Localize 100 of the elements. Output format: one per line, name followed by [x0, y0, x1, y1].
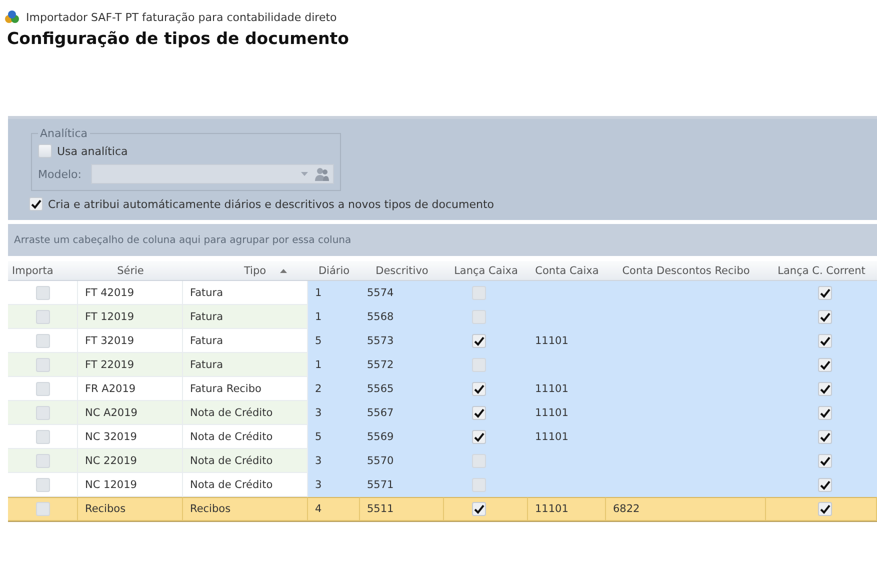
model-label: Modelo: [38, 168, 82, 180]
checkbox-label: Usa analítica [57, 144, 128, 158]
checkbox[interactable] [818, 478, 832, 492]
table-cell: FR A2019 [85, 382, 136, 394]
column-header[interactable]: Lança Caixa [454, 264, 518, 276]
table-cell: Recibos [85, 503, 126, 515]
column-header[interactable]: Importa [12, 264, 54, 276]
table-cell: 11101 [535, 430, 568, 442]
checkbox[interactable] [36, 454, 50, 468]
table-row[interactable]: NC A2019 Nota de Crédito 3 5567 11101 [8, 401, 877, 425]
table-cell: FT 42019 [85, 286, 134, 298]
table-cell: 5574 [367, 286, 394, 298]
table-cell: Nota de Crédito [190, 406, 273, 418]
table-cell: 1 [315, 358, 322, 370]
table-cell: FT 12019 [85, 310, 134, 322]
checkbox[interactable] [818, 502, 832, 516]
checkbox[interactable] [818, 358, 832, 372]
table-cell: 1 [315, 310, 322, 322]
checkbox[interactable] [472, 382, 486, 396]
table-cell: 11101 [535, 334, 568, 346]
checkbox[interactable] [36, 286, 50, 300]
table-cell: 2 [315, 382, 322, 394]
table-cell: Recibos [190, 503, 231, 515]
checkbox[interactable] [818, 406, 832, 420]
table-row[interactable]: FR A2019 Fatura Recibo 2 5565 11101 [8, 377, 877, 401]
table-cell: 5511 [367, 503, 394, 515]
checkbox[interactable] [818, 286, 832, 300]
checkbox[interactable] [36, 406, 50, 420]
column-header[interactable]: Diário [318, 264, 350, 276]
column-header[interactable]: Conta Caixa [535, 264, 599, 276]
table-cell: 3 [315, 406, 322, 418]
group-by-hint: Arraste um cabeçalho de coluna aqui para agrupar por essa coluna [14, 234, 352, 246]
table-row[interactable]: NC 32019 Nota de Crédito 5 5569 11101 [8, 425, 877, 449]
table-cell: Fatura [190, 358, 224, 370]
checkbox[interactable] [36, 430, 50, 444]
table-cell: NC A2019 [85, 406, 138, 418]
checkbox[interactable] [36, 502, 50, 516]
table-cell: 5570 [367, 454, 394, 466]
checkbox[interactable] [472, 502, 486, 516]
table-cell: Nota de Crédito [190, 478, 273, 490]
checkbox[interactable] [36, 334, 50, 348]
table-cell: 5 [315, 334, 322, 346]
checkbox[interactable] [29, 197, 43, 211]
table-row[interactable]: Recibos Recibos 4 5511 11101 6822 [8, 497, 877, 522]
table-cell: 1 [315, 286, 322, 298]
checkbox[interactable] [818, 382, 832, 396]
table-cell: 5567 [367, 406, 394, 418]
table-cell: 5565 [367, 382, 394, 394]
checkbox[interactable] [818, 430, 832, 444]
table-cell: 5571 [367, 478, 394, 490]
checkbox[interactable] [472, 478, 486, 492]
table-cell: 11101 [535, 382, 568, 394]
table-cell: 5572 [367, 358, 394, 370]
checkbox[interactable] [38, 144, 52, 158]
column-header[interactable]: Tipo [244, 264, 266, 276]
table-cell: 3 [315, 454, 322, 466]
table-cell: Fatura [190, 286, 224, 298]
table-cell: 6822 [613, 503, 640, 515]
table-cell: NC 12019 [85, 478, 137, 490]
checkbox[interactable] [36, 478, 50, 492]
table-row[interactable]: FT 22019 Fatura 1 5572 [8, 353, 877, 377]
checkbox[interactable] [472, 334, 486, 348]
table-row[interactable]: FT 12019 Fatura 1 5568 [8, 305, 877, 329]
checkbox[interactable] [472, 406, 486, 420]
column-header[interactable]: Lança C. Corrent [778, 264, 866, 276]
checkbox-label: Cria e atribui automáticamente diários e descritivos a novos tipos de documento [48, 198, 494, 210]
table-cell: 4 [315, 503, 322, 515]
checkbox[interactable] [818, 454, 832, 468]
table-cell: Fatura Recibo [190, 382, 262, 394]
table-cell: 3 [315, 478, 322, 490]
checkbox[interactable] [36, 310, 50, 324]
page-heading: Configuração de tipos de documento [7, 29, 350, 48]
table-cell: 5569 [367, 430, 394, 442]
checkbox[interactable] [36, 382, 50, 396]
table-cell: Fatura [190, 310, 224, 322]
checkbox[interactable] [818, 310, 832, 324]
column-header[interactable]: Conta Descontos Recibo [622, 264, 750, 276]
column-header[interactable]: Série [117, 264, 144, 276]
table-cell: 11101 [535, 406, 568, 418]
table-cell: FT 22019 [85, 358, 134, 370]
checkbox[interactable] [818, 334, 832, 348]
table-row[interactable]: FT 32019 Fatura 5 5573 11101 [8, 329, 877, 353]
checkbox[interactable] [472, 430, 486, 444]
checkbox[interactable] [36, 358, 50, 372]
table-cell: Nota de Crédito [190, 454, 273, 466]
checkbox[interactable] [472, 358, 486, 372]
table-row[interactable]: FT 42019 Fatura 1 5574 [8, 281, 877, 305]
column-header[interactable]: Descritivo [376, 264, 428, 276]
table-cell: NC 22019 [85, 454, 137, 466]
checkbox[interactable] [472, 286, 486, 300]
table-cell: 5 [315, 430, 322, 442]
group-title: Analítica [39, 127, 89, 140]
table-cell: NC 32019 [85, 430, 137, 442]
table-cell: 11101 [535, 503, 568, 515]
caret-icon [301, 172, 308, 176]
table-row[interactable]: NC 12019 Nota de Crédito 3 5571 [8, 473, 877, 497]
checkbox[interactable] [472, 454, 486, 468]
checkbox[interactable] [472, 310, 486, 324]
table-row[interactable]: NC 22019 Nota de Crédito 3 5570 [8, 449, 877, 473]
table-cell: Nota de Crédito [190, 430, 273, 442]
